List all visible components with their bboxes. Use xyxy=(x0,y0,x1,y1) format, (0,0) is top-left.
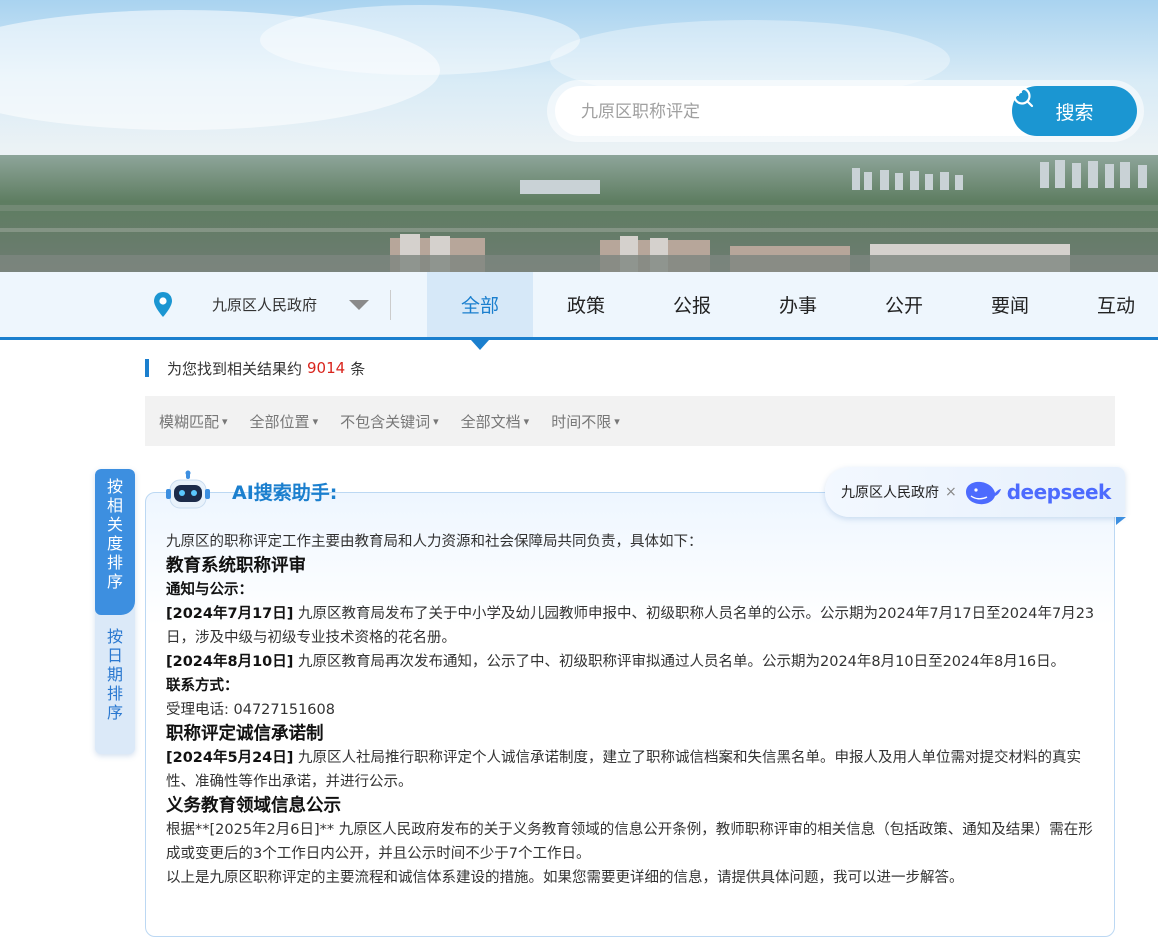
tab-policy[interactable]: 政策 xyxy=(533,272,639,337)
location-selector[interactable]: 九原区人民政府 xyxy=(150,272,391,337)
search-button[interactable]: 搜索 xyxy=(1012,86,1137,136)
answer-item-date: [2024年8月10日] xyxy=(166,654,294,670)
answer-item: [2024年8月10日] 九原区教育局再次发布通知，公示了中、初级职称评审拟通过… xyxy=(166,650,1101,674)
badge-separator: × xyxy=(945,484,957,500)
filter-bar: 模糊匹配 ▾ 全部位置 ▾ 不包含关键词 ▾ 全部文档 ▾ 时间不限 ▾ xyxy=(145,396,1115,446)
search-box: 搜索 xyxy=(555,86,1137,138)
answer-section-title: 职称评定诚信承诺制 xyxy=(166,724,324,744)
result-count-marker xyxy=(145,359,149,377)
answer-subheading: 联系方式： xyxy=(166,678,239,694)
sort-char: 按 xyxy=(106,627,123,646)
filter-match-mode[interactable]: 模糊匹配 ▾ xyxy=(159,411,228,432)
search-input[interactable] xyxy=(579,86,1003,138)
answer-section-title: 义务教育领域信息公示 xyxy=(166,796,341,816)
sort-char: 排 xyxy=(106,553,123,572)
answer-item: [2024年7月17日] 九原区教育局发布了关于中小学及幼儿园教师申报中、初级职… xyxy=(166,602,1101,650)
answer-item-date: [2024年7月17日] xyxy=(166,606,294,622)
sort-char: 关 xyxy=(106,515,123,534)
search-icon xyxy=(1013,87,1034,108)
sort-char: 度 xyxy=(106,534,123,553)
sort-char: 按 xyxy=(106,477,123,496)
filter-time[interactable]: 时间不限 ▾ xyxy=(551,411,620,432)
ai-provider-badge: 九原区人民政府 × deepseek xyxy=(825,467,1126,525)
caret-down-icon[interactable] xyxy=(349,299,370,310)
answer-subheading: 通知与公示： xyxy=(166,582,253,598)
filter-doc-type[interactable]: 全部文档 ▾ xyxy=(461,411,530,432)
location-pin-icon xyxy=(150,290,176,320)
chevron-down-icon: ▾ xyxy=(312,414,319,428)
sort-by-date-button[interactable]: 按 日 期 排 序 xyxy=(95,627,135,747)
sort-char: 相 xyxy=(106,496,123,515)
tab-news[interactable]: 要闻 xyxy=(957,272,1063,337)
sort-char: 日 xyxy=(106,646,123,665)
sort-panel: 按 相 关 度 排 序 按 日 期 排 序 xyxy=(95,469,135,754)
tab-bulletin[interactable]: 公报 xyxy=(639,272,745,337)
filter-exclude-keywords[interactable]: 不包含关键词 ▾ xyxy=(340,411,439,432)
answer-item-text: 九原区教育局发布了关于中小学及幼儿园教师申报中、初级职称人员名单的公示。公示期为… xyxy=(166,606,1095,646)
sort-char: 序 xyxy=(106,572,123,591)
filter-label: 不包含关键词 xyxy=(340,412,431,431)
search-container: 搜索 xyxy=(547,80,1144,142)
answer-item-text: 九原区教育局再次发布通知，公示了中、初级职称评审拟通过人员名单。公示期为2024… xyxy=(293,654,1066,670)
result-count-suffix: 条 xyxy=(350,359,366,378)
tab-interaction[interactable]: 互动 xyxy=(1063,272,1158,337)
sort-char: 期 xyxy=(106,665,123,684)
answer-intro: 九原区的职称评定工作主要由教育局和人力资源和社会保障局共同负责，具体如下： xyxy=(166,534,703,550)
answer-contact: 受理电话: 04727151608 xyxy=(166,702,335,718)
sort-char: 排 xyxy=(106,684,123,703)
result-count: 为您找到相关结果约 9014 条 xyxy=(145,357,365,379)
answer-section-title: 教育系统职称评审 xyxy=(166,556,306,576)
answer-item-text: 九原区人社局推行职称评定个人诚信承诺制度，建立了职称诚信档案和失信黑名单。申报人… xyxy=(166,750,1081,790)
badge-brand: deepseek xyxy=(1006,480,1112,504)
location-label: 九原区人民政府 xyxy=(212,296,318,314)
filter-label: 全部文档 xyxy=(460,412,521,431)
tab-disclosure[interactable]: 公开 xyxy=(851,272,957,337)
location-divider xyxy=(390,290,391,320)
chevron-down-icon: ▾ xyxy=(614,414,620,428)
chevron-down-icon: ▾ xyxy=(222,414,228,428)
deepseek-whale-icon xyxy=(965,481,1001,505)
answer-closing: 以上是九原区职称评定的主要流程和诚信体系建设的措施。如果您需要更详细的信息，请提… xyxy=(166,870,964,886)
tab-services[interactable]: 办事 xyxy=(745,272,851,337)
sort-by-relevance-button[interactable]: 按 相 关 度 排 序 xyxy=(95,469,135,615)
badge-org: 九原区人民政府 xyxy=(841,485,939,501)
filter-label: 模糊匹配 xyxy=(159,412,220,431)
header-banner: 搜索 xyxy=(0,0,1158,272)
ai-answer-content: 九原区的职称评定工作主要由教育局和人力资源和社会保障局共同负责，具体如下： 教育… xyxy=(166,530,1101,890)
sort-char: 序 xyxy=(106,703,123,722)
answer-item-date: [2024年5月24日] xyxy=(166,750,294,766)
filter-location[interactable]: 全部位置 ▾ xyxy=(250,411,319,432)
filter-label: 全部位置 xyxy=(249,412,310,431)
ai-title: AI搜索助手: xyxy=(232,482,338,504)
filter-label: 时间不限 xyxy=(551,412,612,431)
chevron-down-icon: ▾ xyxy=(523,414,530,428)
result-count-number: 9014 xyxy=(307,359,346,377)
result-count-prefix: 为您找到相关结果约 xyxy=(167,359,303,378)
tab-all[interactable]: 全部 xyxy=(427,272,533,350)
answer-item: [2024年5月24日] 九原区人社局推行职称评定个人诚信承诺制度，建立了职称诚… xyxy=(166,746,1101,794)
category-tabs: 全部 政策 公报 办事 公开 要闻 互动 xyxy=(427,272,1158,350)
answer-paragraph: 根据**[2025年2月6日]** 九原区人民政府发布的关于义务教育领域的信息公… xyxy=(166,822,1093,862)
nav-bar: 九原区人民政府 全部 政策 公报 办事 公开 要闻 互动 xyxy=(0,272,1158,350)
search-button-label: 搜索 xyxy=(1055,101,1094,124)
robot-icon xyxy=(166,470,210,509)
chevron-down-icon: ▾ xyxy=(433,414,439,428)
